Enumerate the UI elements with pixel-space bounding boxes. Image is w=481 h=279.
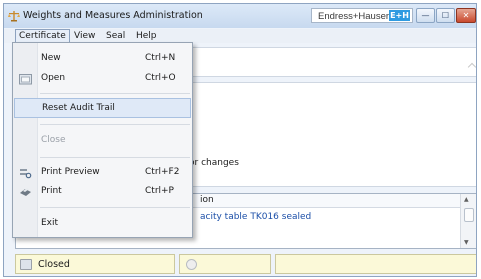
menu-item-label: New [41, 53, 61, 63]
menu-seal[interactable]: Seal [106, 30, 125, 42]
close-icon: ✕ [462, 11, 470, 20]
menu-certificate[interactable]: Certificate [15, 29, 70, 43]
scroll-up-icon[interactable]: ▲ [464, 196, 469, 203]
menu-item-new[interactable]: New Ctrl+N [14, 49, 191, 69]
menu-item-shortcut: Ctrl+F2 [145, 167, 180, 177]
status-seal [179, 254, 271, 274]
close-button[interactable]: ✕ [456, 8, 476, 23]
menu-item-print-preview[interactable]: Print Preview Ctrl+F2 [14, 163, 191, 183]
scroll-thumb[interactable] [464, 208, 474, 222]
print-preview-icon [20, 169, 32, 179]
window-title: Weights and Measures Administration [23, 10, 203, 21]
menu-item-reset-audit-trail[interactable]: Reset Audit Trail [14, 98, 191, 118]
menu-item-shortcut: Ctrl+N [145, 53, 176, 63]
column-header-description[interactable]: ion [200, 195, 214, 205]
title-bar: Weights and Measures Administration Endr… [4, 4, 476, 28]
menu-item-print[interactable]: Print Ctrl+P [14, 182, 191, 202]
scroll-down-icon[interactable]: ▼ [464, 239, 469, 246]
menu-help[interactable]: Help [136, 30, 157, 42]
certificate-state-icon [20, 259, 32, 270]
scales-icon [8, 11, 20, 22]
menu-item-shortcut: Ctrl+O [145, 73, 176, 83]
menu-separator [40, 207, 190, 208]
status-bar: Closed [15, 254, 476, 274]
grid-scrollbar[interactable]: ▲ ▼ [460, 194, 476, 248]
printer-icon [20, 188, 31, 196]
menu-item-label: Print [41, 186, 62, 196]
menu-item-close: Close [14, 131, 191, 151]
grid-row-description[interactable]: acity table TK016 sealed [200, 212, 311, 222]
menu-item-label: Close [41, 135, 66, 145]
menu-separator [40, 124, 190, 125]
brand-logo: Endress+Hauser E+H [311, 8, 413, 23]
eh-logo-icon: E+H [389, 10, 410, 21]
menu-item-label: Open [41, 73, 66, 83]
status-certificate: Closed [15, 254, 175, 274]
maximize-icon: ☐ [441, 11, 450, 20]
menu-item-label: Reset Audit Trail [42, 103, 115, 113]
open-folder-icon [19, 74, 32, 85]
menu-item-shortcut: Ctrl+P [145, 186, 174, 196]
minimize-icon: — [421, 11, 430, 20]
menu-separator [40, 93, 190, 94]
menu-item-exit[interactable]: Exit [14, 214, 191, 234]
minimize-button[interactable]: — [416, 8, 435, 23]
chevron-icon [467, 62, 476, 72]
brand-name: Endress+Hauser [318, 11, 390, 22]
menu-view[interactable]: View [74, 30, 95, 42]
menu-item-label: Print Preview [41, 167, 100, 177]
menu-separator [40, 157, 190, 158]
certificate-menu-dropdown: New Ctrl+N Open Ctrl+O Reset Audit Trail… [12, 42, 193, 238]
status-info [275, 254, 476, 274]
status-state-label: Closed [38, 259, 70, 270]
menu-item-label: Exit [41, 218, 59, 228]
menu-bar: Certificate View Seal Help [4, 29, 476, 43]
maximize-button[interactable]: ☐ [436, 8, 455, 23]
seal-status-icon [186, 259, 197, 270]
menu-item-open[interactable]: Open Ctrl+O [14, 69, 191, 89]
